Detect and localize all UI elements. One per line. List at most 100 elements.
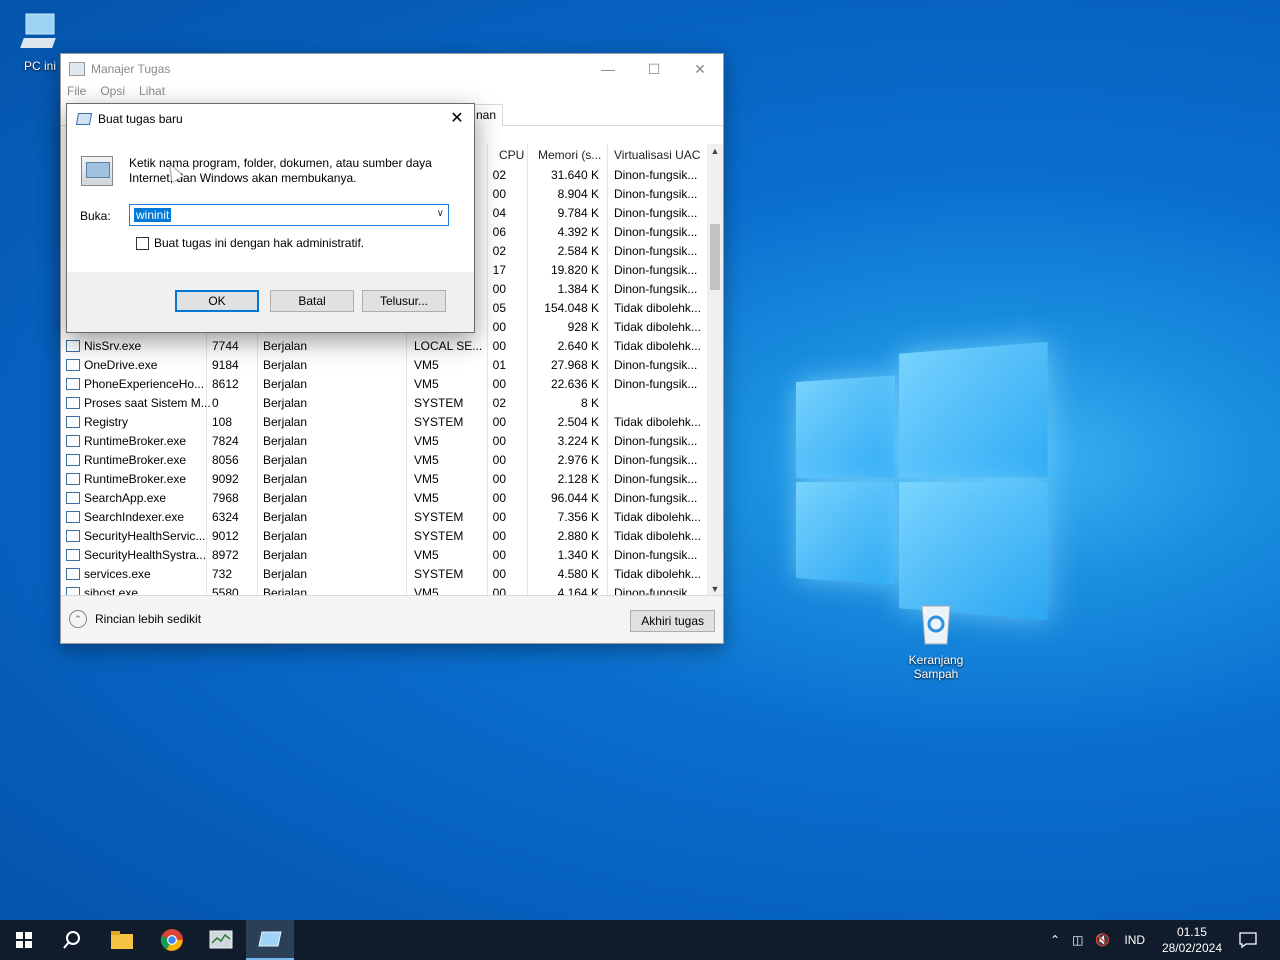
open-combobox[interactable]: wininit ∨ — [129, 204, 449, 226]
folder-icon — [111, 931, 133, 949]
table-row[interactable]: OneDrive.exe 9184 Berjalan VM5 01 27.968 K Din… — [61, 356, 707, 375]
process-uac: Dinon-fungsik... — [614, 472, 698, 486]
task-manager-icon — [209, 930, 233, 949]
column-cpu[interactable]: CPU — [499, 148, 524, 162]
window-title: Manajer Tugas — [91, 62, 171, 76]
process-user: VM5 — [414, 491, 439, 505]
process-memory: 8.904 K — [557, 187, 599, 201]
admin-checkbox-label: Buat tugas ini dengan hak administratif. — [154, 236, 365, 250]
table-row[interactable]: Registry 108 Berjalan SYSTEM 00 2.504 K Tidak … — [61, 413, 707, 432]
task-manager-icon — [69, 62, 85, 76]
process-user: LOCAL SE... — [414, 339, 483, 353]
process-memory: 2.584 K — [557, 244, 599, 258]
close-icon[interactable]: ✕ — [677, 54, 723, 84]
table-row[interactable]: services.exe 732 Berjalan SYSTEM 00 4.580 K Ti… — [61, 565, 707, 584]
table-row[interactable]: SearchApp.exe 7968 Berjalan VM5 00 96.044 K Di… — [61, 489, 707, 508]
table-row[interactable]: SecurityHealthSystra... 8972 Berjalan VM5 00… — [61, 546, 707, 565]
clock[interactable]: 01.15 28/02/2024 — [1162, 924, 1222, 956]
process-status: Berjalan — [263, 434, 308, 448]
taskbar-file-explorer[interactable] — [98, 920, 146, 960]
table-row[interactable]: SearchIndexer.exe 6324 Berjalan SYSTEM 00 7.3… — [61, 508, 707, 527]
process-cpu: 17 — [492, 263, 506, 277]
maximize-icon[interactable]: ☐ — [631, 54, 677, 84]
start-button[interactable] — [0, 920, 48, 960]
vertical-scrollbar[interactable]: ▲ ▼ — [707, 144, 723, 596]
volume-muted-icon[interactable]: 🔇 — [1095, 933, 1110, 947]
network-icon[interactable]: ◫ — [1072, 933, 1083, 947]
table-row[interactable]: RuntimeBroker.exe 7824 Berjalan VM5 00 3.224 … — [61, 432, 707, 451]
browse-button[interactable]: Telusur... — [362, 290, 446, 312]
process-cpu: 00 — [492, 339, 506, 353]
table-row[interactable]: NisSrv.exe 7744 Berjalan LOCAL SE... 00 2.640… — [61, 337, 707, 356]
process-status: Berjalan — [263, 396, 308, 410]
table-row[interactable]: Proses saat Sistem M... 0 Berjalan SYSTEM 02… — [61, 394, 707, 413]
process-status: Berjalan — [263, 415, 308, 429]
table-row[interactable]: PhoneExperienceHo... 8612 Berjalan VM5 00 22.… — [61, 375, 707, 394]
taskbar-run-dialog[interactable] — [246, 920, 294, 960]
process-icon — [66, 473, 80, 485]
process-icon — [66, 568, 80, 580]
process-uac: Dinon-fungsik... — [614, 263, 698, 277]
desktop-icon-recycle-bin[interactable]: Keranjang Sampah — [896, 600, 976, 681]
process-user: VM5 — [414, 453, 439, 467]
process-user: VM5 — [414, 377, 439, 391]
ok-button[interactable]: OK — [175, 290, 259, 312]
process-pid: 9012 — [212, 529, 239, 543]
notification-icon — [1239, 932, 1257, 948]
column-uac[interactable]: Virtualisasi UAC — [614, 148, 700, 162]
admin-checkbox-row[interactable]: Buat tugas ini dengan hak administratif. — [136, 236, 364, 250]
dialog-title: Buat tugas baru — [98, 112, 183, 126]
menu-file[interactable]: File — [67, 84, 86, 102]
table-row[interactable]: RuntimeBroker.exe 8056 Berjalan VM5 00 2.976 … — [61, 451, 707, 470]
process-pid: 8056 — [212, 453, 239, 467]
language-indicator[interactable]: IND — [1124, 933, 1145, 947]
process-status: Berjalan — [263, 358, 308, 372]
process-memory: 96.044 K — [550, 491, 599, 505]
fewer-details-toggle[interactable]: ⌃ Rincian lebih sedikit — [69, 610, 201, 628]
process-icon — [66, 397, 80, 409]
chevron-up-icon[interactable]: ⌃ — [1050, 933, 1060, 947]
dialog-title-bar[interactable]: Buat tugas baru — [67, 104, 474, 134]
action-center-button[interactable] — [1224, 920, 1272, 960]
windows-start-icon — [16, 932, 32, 948]
process-icon — [66, 549, 80, 561]
tab-partial[interactable]: nan — [473, 104, 504, 126]
process-user: SYSTEM — [414, 529, 464, 543]
process-icon — [66, 454, 80, 466]
process-uac: Dinon-fungsik... — [614, 358, 698, 372]
table-row[interactable]: SecurityHealthServic... 9012 Berjalan SYSTE… — [61, 527, 707, 546]
process-name: RuntimeBroker.exe — [84, 472, 187, 486]
dialog-close-icon[interactable]: ✕ — [446, 108, 468, 130]
open-input-value[interactable]: wininit — [134, 208, 172, 222]
table-row[interactable]: RuntimeBroker.exe 9092 Berjalan VM5 00 2.128 … — [61, 470, 707, 489]
process-icon — [66, 492, 80, 504]
scroll-up-icon[interactable]: ▲ — [707, 146, 723, 156]
process-memory: 31.640 K — [550, 168, 599, 182]
open-label: Buka: — [80, 209, 111, 223]
minimize-icon[interactable]: — — [585, 54, 631, 84]
process-icon — [66, 511, 80, 523]
process-user: VM5 — [414, 472, 439, 486]
process-cpu: 01 — [492, 358, 506, 372]
end-task-button[interactable]: Akhiri tugas — [630, 610, 715, 632]
process-status: Berjalan — [263, 453, 308, 467]
process-uac: Dinon-fungsik... — [614, 453, 698, 467]
process-cpu: 00 — [492, 548, 506, 562]
taskbar-task-manager[interactable] — [197, 920, 245, 960]
scroll-down-icon[interactable]: ▼ — [707, 584, 723, 594]
scroll-thumb[interactable] — [710, 224, 720, 290]
taskbar-chrome[interactable] — [148, 920, 196, 960]
column-memory[interactable]: Memori (s... — [538, 148, 601, 162]
menu-view[interactable]: Lihat — [139, 84, 165, 102]
process-cpu: 00 — [492, 453, 506, 467]
menu-options[interactable]: Opsi — [100, 84, 125, 102]
admin-checkbox[interactable] — [136, 236, 149, 250]
process-pid: 7824 — [212, 434, 239, 448]
process-status: Berjalan — [263, 510, 308, 524]
process-user: SYSTEM — [414, 415, 464, 429]
search-button[interactable] — [48, 920, 96, 960]
process-status: Berjalan — [263, 529, 308, 543]
process-cpu: 00 — [492, 415, 506, 429]
chevron-down-icon[interactable]: ∨ — [437, 208, 444, 219]
cancel-button[interactable]: Batal — [270, 290, 354, 312]
